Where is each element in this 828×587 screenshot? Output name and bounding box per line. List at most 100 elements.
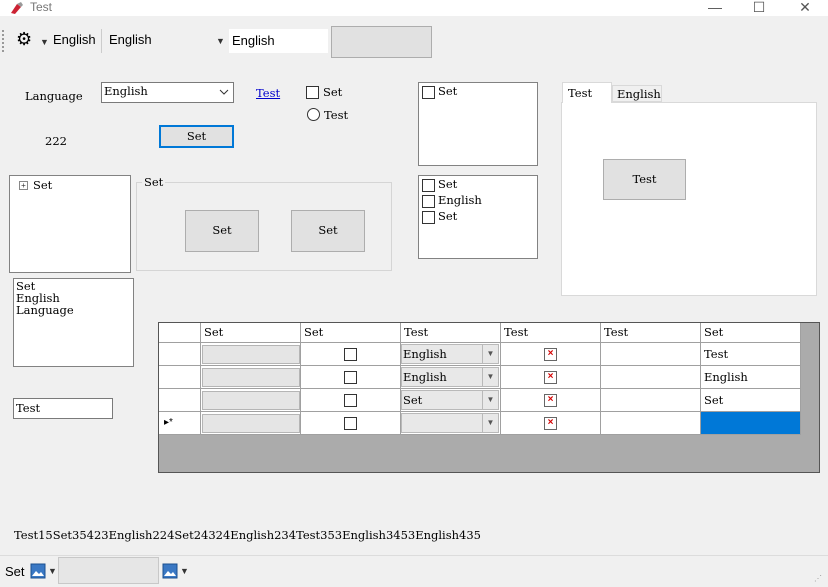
- minimize-button[interactable]: —: [692, 0, 738, 16]
- toolstrip-settings-dropdown[interactable]: ⚙ ▼: [16, 29, 49, 51]
- broken-image-icon: ×: [544, 417, 557, 430]
- grid-cell-readonly[interactable]: [201, 389, 301, 412]
- window-title: Test: [30, 0, 53, 14]
- grid-cell-combo[interactable]: Set ▼: [401, 389, 501, 412]
- tab-test-button[interactable]: Test: [603, 159, 686, 200]
- group-set-button-2[interactable]: Set: [291, 210, 365, 252]
- toolstrip-blank-button[interactable]: [331, 26, 432, 58]
- grid-cell[interactable]: [601, 343, 701, 366]
- checked-list-checkbox[interactable]: [422, 195, 435, 208]
- set-checkbox-label: Set: [323, 85, 343, 99]
- grid-cell-checkbox[interactable]: [301, 366, 401, 389]
- grid-corner-header[interactable]: [159, 323, 201, 343]
- row-header[interactable]: [159, 343, 201, 366]
- grid-combo-value: Set: [403, 393, 423, 407]
- checked-list-item[interactable]: English: [438, 193, 482, 207]
- grid-cell-checkbox[interactable]: [301, 389, 401, 412]
- grid-cell-image[interactable]: ×: [501, 343, 601, 366]
- test-textbox[interactable]: Test: [13, 398, 113, 419]
- grid-cell-image[interactable]: ×: [501, 389, 601, 412]
- broken-image-icon: ×: [544, 371, 557, 384]
- broken-image-icon: ×: [544, 394, 557, 407]
- expand-icon[interactable]: +: [19, 181, 28, 190]
- chevron-down-icon: ▼: [40, 37, 49, 47]
- language-label: Language: [25, 89, 83, 103]
- grid-cell-checkbox[interactable]: [301, 412, 401, 435]
- chevron-down-icon: ▼: [482, 368, 498, 386]
- toolstrip-textbox[interactable]: English: [229, 29, 328, 53]
- language-combo-value: English: [104, 84, 148, 98]
- multiline-textbox[interactable]: Set English Language: [13, 278, 134, 367]
- group-box-title: Set: [142, 175, 166, 189]
- chevron-down-icon: ▼: [482, 391, 498, 409]
- chevron-down-icon: ▼: [48, 566, 57, 576]
- toolstrip-grip[interactable]: [2, 30, 7, 52]
- grid-cell-text[interactable]: Set: [701, 389, 801, 412]
- title-bar: Test — ☐ ✕: [0, 0, 828, 16]
- row-header[interactable]: [159, 366, 201, 389]
- list-box-checkbox[interactable]: [422, 86, 435, 99]
- grid-cell-combo[interactable]: English ▼: [401, 343, 501, 366]
- status-split-button[interactable]: ▼: [162, 562, 189, 580]
- grid-cell-selected[interactable]: [701, 412, 801, 435]
- column-header[interactable]: Test: [601, 323, 701, 343]
- grid-cell-readonly[interactable]: [201, 343, 301, 366]
- chevron-down-icon: ▼: [482, 345, 498, 363]
- grid-cell[interactable]: [601, 389, 701, 412]
- checked-list-box[interactable]: Set English Set: [418, 175, 538, 259]
- checked-list-item[interactable]: Set: [438, 177, 457, 191]
- grid-cell-readonly[interactable]: [201, 366, 301, 389]
- test-radio[interactable]: [307, 108, 320, 121]
- test-link[interactable]: Test: [256, 86, 280, 100]
- multiline-textbox-content: Set English Language: [16, 280, 74, 316]
- column-header[interactable]: Test: [401, 323, 501, 343]
- column-header[interactable]: Set: [201, 323, 301, 343]
- grid-cell-image[interactable]: ×: [501, 366, 601, 389]
- grid-cell-text[interactable]: English: [701, 366, 801, 389]
- checked-list-checkbox[interactable]: [422, 211, 435, 224]
- grid-cell-text[interactable]: Test: [701, 343, 801, 366]
- row-header[interactable]: [159, 389, 201, 412]
- data-grid[interactable]: Set Set Test Test Test Set English ▼ × Te…: [158, 322, 820, 473]
- language-combo[interactable]: English: [101, 82, 234, 103]
- resize-grip-icon[interactable]: ⋰: [814, 574, 824, 584]
- image-icon: [162, 563, 178, 579]
- tree-view[interactable]: + Set: [9, 175, 131, 273]
- group-set-button-1[interactable]: Set: [185, 210, 259, 252]
- grid-cell-combo[interactable]: ▼: [401, 412, 501, 435]
- chevron-down-icon: ▼: [180, 566, 189, 576]
- tab-test[interactable]: Test: [562, 82, 612, 103]
- status-progress-bar: [58, 557, 159, 584]
- maximize-button[interactable]: ☐: [736, 0, 782, 16]
- new-row-header[interactable]: ▸*: [159, 412, 201, 435]
- grid-cell[interactable]: [601, 412, 701, 435]
- toolstrip-dropdown-label[interactable]: English: [53, 32, 96, 47]
- chevron-down-icon: ▼: [482, 414, 498, 432]
- tree-node-set[interactable]: Set: [33, 178, 52, 192]
- set-button[interactable]: Set: [159, 125, 234, 148]
- list-box[interactable]: Set: [418, 82, 538, 166]
- number-label: 222: [45, 134, 67, 148]
- list-box-item[interactable]: Set: [438, 84, 457, 98]
- toolstrip-combo-value: English: [109, 32, 152, 47]
- broken-image-icon: ×: [544, 348, 557, 361]
- grid-cell-combo[interactable]: English ▼: [401, 366, 501, 389]
- grid-cell-readonly[interactable]: [201, 412, 301, 435]
- toolstrip-combo[interactable]: English ▼: [104, 29, 226, 53]
- column-header[interactable]: Test: [501, 323, 601, 343]
- column-header[interactable]: Set: [301, 323, 401, 343]
- grid-cell-image[interactable]: ×: [501, 412, 601, 435]
- grid-cell[interactable]: [601, 366, 701, 389]
- tab-english[interactable]: English: [612, 85, 662, 102]
- grid-cell-checkbox[interactable]: [301, 343, 401, 366]
- column-header[interactable]: Set: [701, 323, 801, 343]
- checked-list-checkbox[interactable]: [422, 179, 435, 192]
- app-icon: [11, 2, 23, 14]
- toolstrip-separator: [101, 29, 102, 53]
- checked-list-item[interactable]: Set: [438, 209, 457, 223]
- status-image-dropdown[interactable]: ▼: [30, 562, 57, 580]
- close-button[interactable]: ✕: [782, 0, 828, 16]
- chevron-down-icon: [219, 89, 229, 95]
- set-checkbox[interactable]: [306, 86, 319, 99]
- image-icon: [30, 563, 46, 579]
